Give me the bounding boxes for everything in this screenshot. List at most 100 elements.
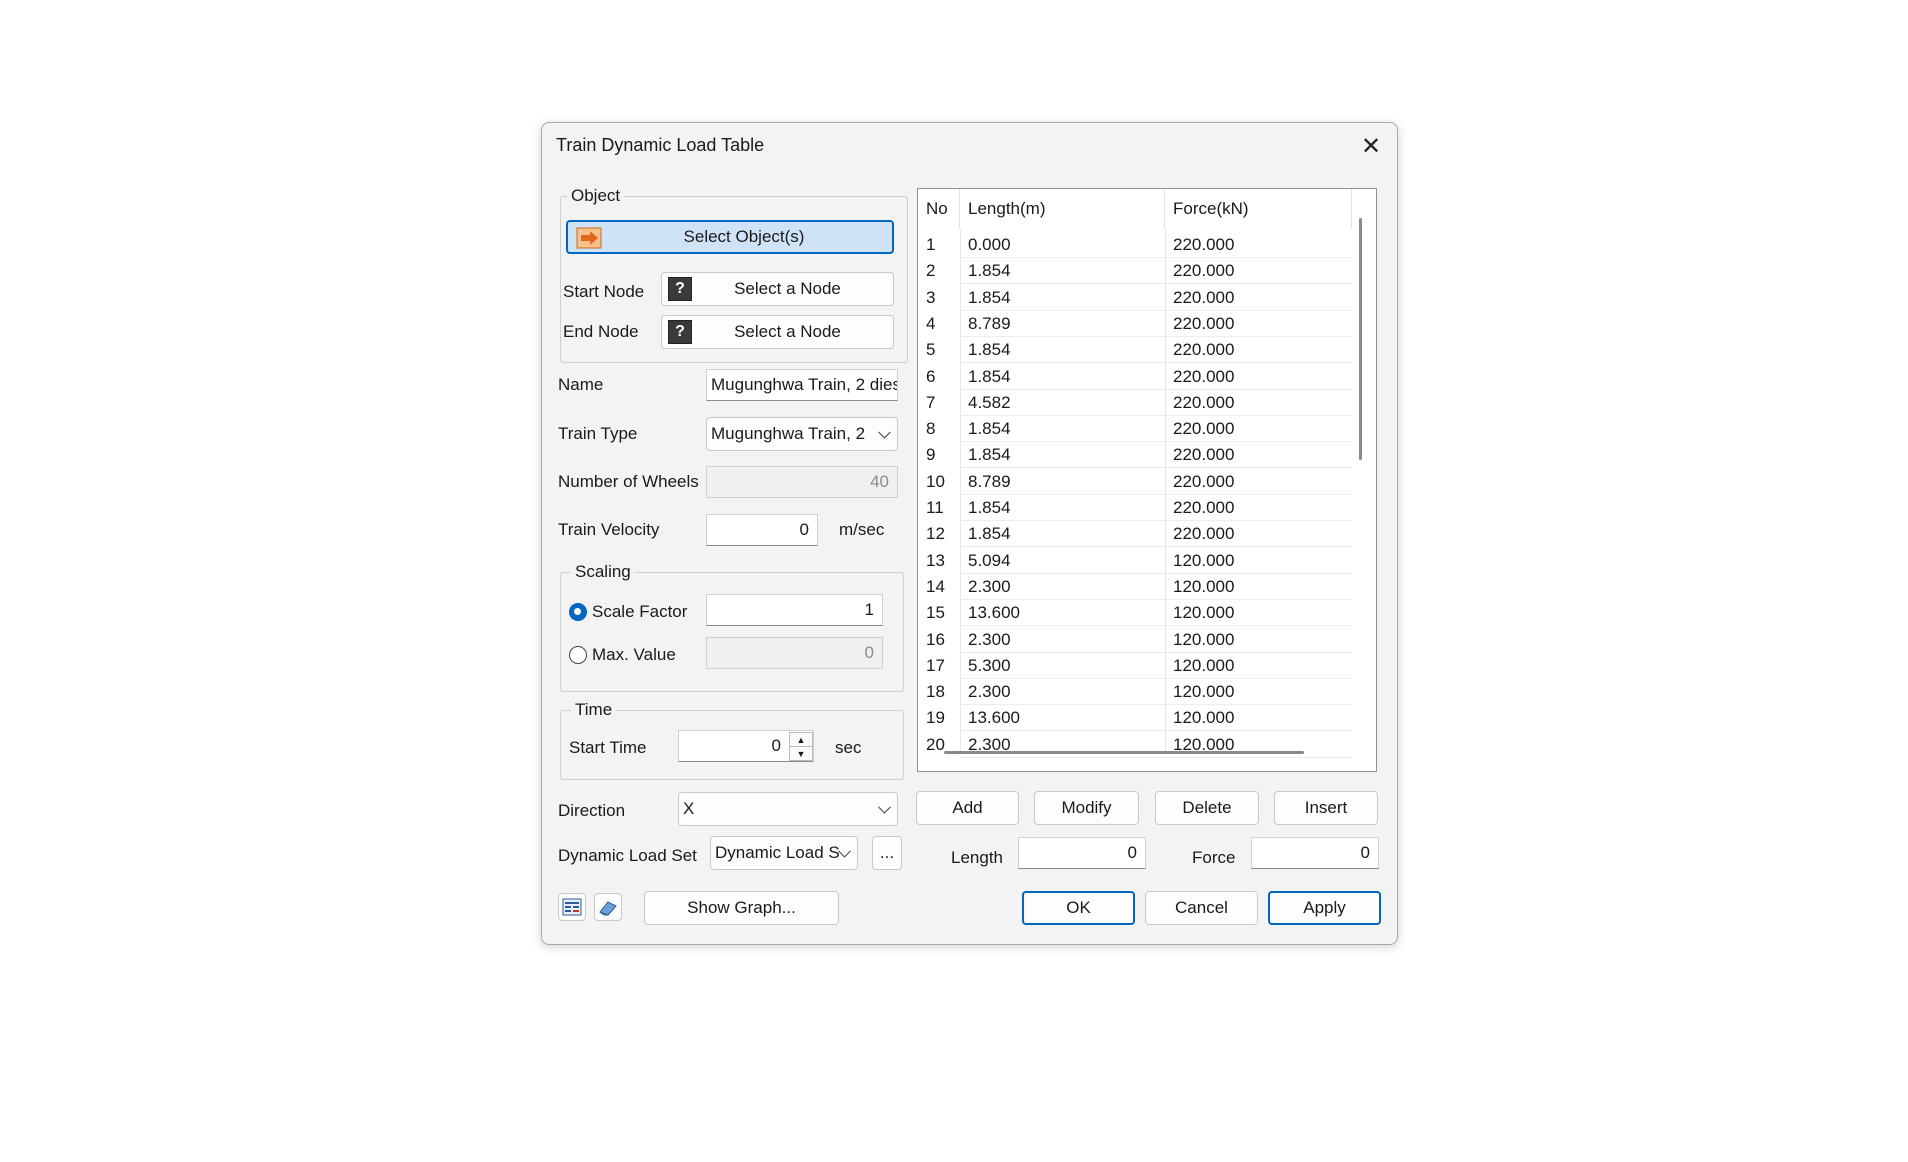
row-no-cell[interactable]: 13 [918, 548, 960, 574]
row-length-cell[interactable]: 13.600 [960, 705, 1165, 731]
table-row[interactable]: 9 1.854 220.000 [918, 442, 1352, 469]
direction-select[interactable]: X [678, 792, 898, 826]
row-force-cell[interactable]: 220.000 [1165, 495, 1352, 521]
apply-button[interactable]: Apply [1268, 891, 1381, 925]
row-force-cell[interactable]: 120.000 [1165, 627, 1352, 653]
start-node-select-button[interactable]: ? Select a Node [661, 272, 894, 306]
table-row[interactable]: 10 8.789 220.000 [918, 469, 1352, 495]
row-length-cell[interactable]: 5.094 [960, 548, 1165, 574]
scale-factor-label[interactable]: Scale Factor [592, 602, 687, 622]
table-row[interactable]: 2 1.854 220.000 [918, 258, 1352, 285]
ok-button[interactable]: OK [1022, 891, 1135, 925]
table-row[interactable]: 1 0.000 220.000 [918, 232, 1352, 258]
table-row[interactable]: 11 1.854 220.000 [918, 495, 1352, 521]
horizontal-scrollbar[interactable] [944, 751, 1304, 754]
end-node-select-button[interactable]: ? Select a Node [661, 315, 894, 349]
load-set-select[interactable]: Dynamic Load S [710, 836, 858, 870]
row-force-cell[interactable]: 120.000 [1165, 548, 1352, 574]
scale-factor-radio[interactable] [569, 603, 587, 621]
table-row[interactable]: 15 13.600 120.000 [918, 600, 1352, 627]
row-force-cell[interactable]: 220.000 [1165, 521, 1352, 547]
row-force-cell[interactable]: 220.000 [1165, 232, 1352, 258]
row-force-cell[interactable]: 220.000 [1165, 390, 1352, 416]
spin-down-icon[interactable]: ▼ [789, 746, 813, 761]
row-force-cell[interactable]: 120.000 [1165, 574, 1352, 600]
row-no-cell[interactable]: 8 [918, 416, 960, 442]
row-no-cell[interactable]: 2 [918, 258, 960, 284]
header-no[interactable]: No [918, 189, 960, 229]
row-force-cell[interactable]: 220.000 [1165, 337, 1352, 363]
close-icon[interactable]: ✕ [1355, 131, 1387, 161]
row-force-cell[interactable]: 220.000 [1165, 311, 1352, 337]
select-objects-button[interactable]: Select Object(s) [566, 220, 894, 254]
header-force[interactable]: Force(kN) [1165, 189, 1352, 229]
table-row[interactable]: 7 4.582 220.000 [918, 390, 1352, 416]
row-length-cell[interactable]: 1.854 [960, 442, 1165, 468]
modify-button[interactable]: Modify [1034, 791, 1139, 825]
row-length-cell[interactable]: 0.000 [960, 232, 1165, 258]
force-input[interactable]: 0 [1251, 837, 1379, 869]
row-force-cell[interactable]: 120.000 [1165, 600, 1352, 626]
table-view-icon-button[interactable] [558, 893, 586, 921]
table-row[interactable]: 3 1.854 220.000 [918, 285, 1352, 311]
row-length-cell[interactable]: 2.300 [960, 679, 1165, 705]
add-button[interactable]: Add [916, 791, 1019, 825]
table-row[interactable]: 12 1.854 220.000 [918, 521, 1352, 548]
row-no-cell[interactable]: 4 [918, 311, 960, 337]
insert-button[interactable]: Insert [1274, 791, 1378, 825]
row-length-cell[interactable]: 13.600 [960, 600, 1165, 626]
max-value-radio[interactable] [569, 646, 587, 664]
row-no-cell[interactable]: 19 [918, 705, 960, 731]
name-input[interactable]: Mugunghwa Train, 2 dies [706, 369, 898, 401]
table-row[interactable]: 19 13.600 120.000 [918, 705, 1352, 732]
row-no-cell[interactable]: 18 [918, 679, 960, 705]
train-type-select[interactable]: Mugunghwa Train, 2 [706, 417, 898, 451]
row-length-cell[interactable]: 1.854 [960, 285, 1165, 311]
row-length-cell[interactable]: 2.300 [960, 627, 1165, 653]
row-length-cell[interactable]: 8.789 [960, 469, 1165, 495]
scale-factor-input[interactable]: 1 [706, 594, 883, 626]
cancel-button[interactable]: Cancel [1145, 891, 1258, 925]
table-row[interactable]: 18 2.300 120.000 [918, 679, 1352, 706]
row-force-cell[interactable]: 220.000 [1165, 258, 1352, 284]
row-force-cell[interactable]: 120.000 [1165, 679, 1352, 705]
table-row[interactable]: 13 5.094 120.000 [918, 548, 1352, 574]
row-no-cell[interactable]: 16 [918, 627, 960, 653]
row-length-cell[interactable]: 8.789 [960, 311, 1165, 337]
vertical-scrollbar[interactable] [1359, 218, 1362, 460]
header-length[interactable]: Length(m) [960, 189, 1165, 229]
row-no-cell[interactable]: 10 [918, 469, 960, 495]
eraser-icon-button[interactable] [594, 893, 622, 921]
row-force-cell[interactable]: 120.000 [1165, 653, 1352, 679]
row-length-cell[interactable]: 5.300 [960, 653, 1165, 679]
load-set-browse-button[interactable]: ... [872, 836, 902, 870]
row-force-cell[interactable]: 220.000 [1165, 442, 1352, 468]
row-force-cell[interactable]: 120.000 [1165, 705, 1352, 731]
row-force-cell[interactable]: 220.000 [1165, 364, 1352, 390]
table-row[interactable]: 16 2.300 120.000 [918, 627, 1352, 653]
row-no-cell[interactable]: 9 [918, 442, 960, 468]
row-no-cell[interactable]: 15 [918, 600, 960, 626]
load-table[interactable]: No Length(m) Force(kN) 1 0.000 220.000 2 1.8… [917, 188, 1377, 772]
table-row[interactable]: 17 5.300 120.000 [918, 653, 1352, 679]
table-row[interactable]: 8 1.854 220.000 [918, 416, 1352, 443]
show-graph-button[interactable]: Show Graph... [644, 891, 839, 925]
row-length-cell[interactable]: 1.854 [960, 258, 1165, 284]
delete-button[interactable]: Delete [1155, 791, 1259, 825]
row-no-cell[interactable]: 17 [918, 653, 960, 679]
length-input[interactable]: 0 [1018, 837, 1146, 869]
row-no-cell[interactable]: 11 [918, 495, 960, 521]
row-force-cell[interactable]: 220.000 [1165, 285, 1352, 311]
max-value-label[interactable]: Max. Value [592, 645, 676, 665]
table-row[interactable]: 4 8.789 220.000 [918, 311, 1352, 337]
row-length-cell[interactable]: 4.582 [960, 390, 1165, 416]
table-row[interactable]: 6 1.854 220.000 [918, 364, 1352, 390]
row-force-cell[interactable]: 220.000 [1165, 416, 1352, 442]
row-no-cell[interactable]: 7 [918, 390, 960, 416]
spin-up-icon[interactable]: ▲ [789, 732, 813, 747]
row-length-cell[interactable]: 2.300 [960, 574, 1165, 600]
table-row[interactable]: 14 2.300 120.000 [918, 574, 1352, 600]
row-no-cell[interactable]: 3 [918, 285, 960, 311]
row-length-cell[interactable]: 1.854 [960, 416, 1165, 442]
title-bar[interactable]: Train Dynamic Load Table ✕ [542, 123, 1397, 169]
